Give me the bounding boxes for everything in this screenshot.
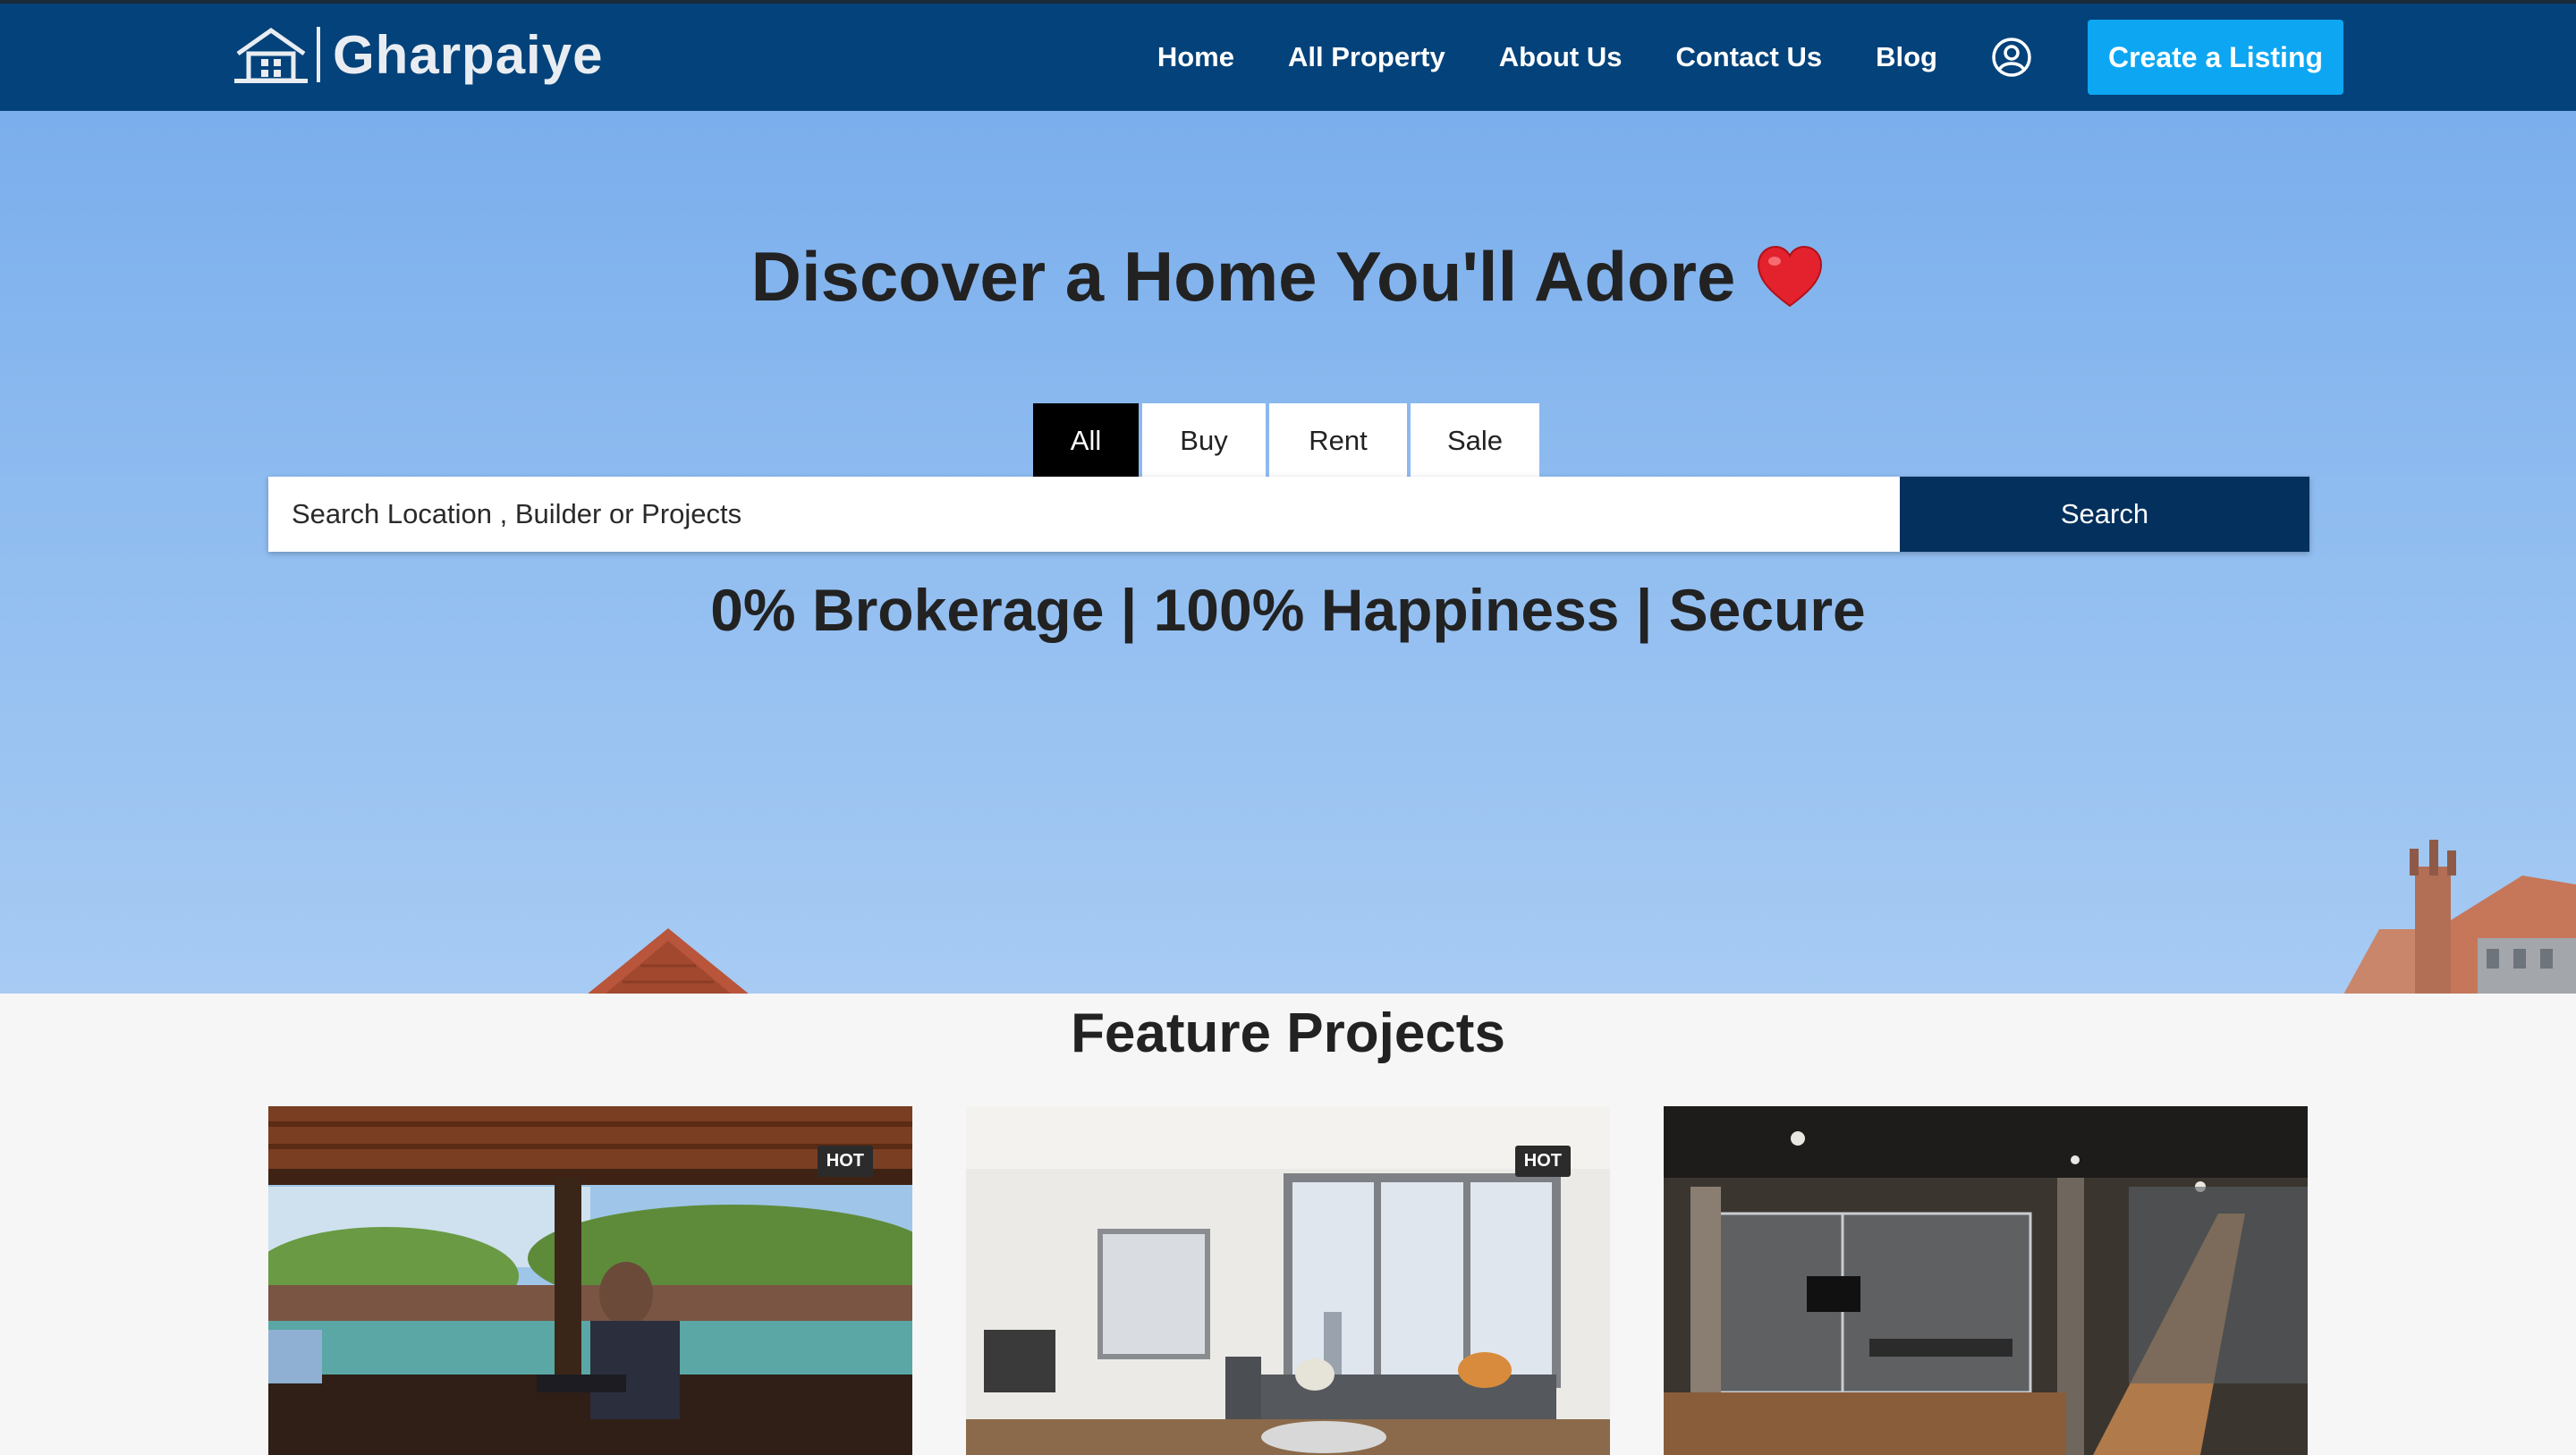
- brand-name: Gharpaiye: [333, 24, 604, 85]
- hero-title-wrap: Discover a Home You'll Adore: [0, 236, 2576, 317]
- hero-tagline: 0% Brokerage | 100% Happiness | Secure: [710, 577, 1866, 643]
- nav-about-us[interactable]: About Us: [1499, 41, 1623, 73]
- nav-contact-us[interactable]: Contact Us: [1675, 41, 1822, 73]
- heart-icon: [1758, 245, 1823, 308]
- project-card[interactable]: [1664, 1106, 2308, 1455]
- project-photo-office: [1664, 1106, 2308, 1455]
- brand-logo[interactable]: Gharpaiye: [234, 23, 603, 86]
- project-photo-living-room: [966, 1106, 1610, 1455]
- tab-buy[interactable]: Buy: [1142, 403, 1266, 478]
- brand-divider: [317, 27, 320, 82]
- nav-blog[interactable]: Blog: [1876, 41, 1937, 73]
- feature-projects-title: Feature Projects: [1071, 1002, 1505, 1064]
- project-card[interactable]: HOT: [966, 1106, 1610, 1455]
- hot-badge: HOT: [1514, 1146, 1571, 1177]
- hero-section: Discover a Home You'll Adore All Buy Ren…: [0, 111, 2576, 994]
- listing-type-tabs: All Buy Rent Sale: [1033, 403, 1543, 478]
- rooftop-decoration: [588, 928, 749, 994]
- hot-badge: HOT: [817, 1146, 873, 1177]
- project-card[interactable]: HOT: [268, 1106, 912, 1455]
- house-logo-icon: [234, 27, 308, 83]
- nav-all-property[interactable]: All Property: [1288, 41, 1445, 73]
- tab-sale[interactable]: Sale: [1411, 403, 1539, 478]
- project-photo-pool: [268, 1106, 912, 1455]
- search-bar: Search: [268, 477, 2309, 552]
- nav-home[interactable]: Home: [1157, 41, 1234, 73]
- create-listing-button[interactable]: Create a Listing: [2088, 20, 2343, 95]
- tab-rent[interactable]: Rent: [1269, 403, 1407, 478]
- user-account-icon[interactable]: [1991, 37, 2032, 78]
- top-navbar: Gharpaiye Home All Property About Us Con…: [0, 0, 2576, 111]
- search-input[interactable]: [268, 477, 1900, 552]
- tab-all[interactable]: All: [1033, 403, 1139, 478]
- hero-title: Discover a Home You'll Adore: [750, 237, 1736, 316]
- nav-links: Home All Property About Us Contact Us Bl…: [1157, 4, 2576, 111]
- building-decoration: [2343, 840, 2576, 994]
- search-button[interactable]: Search: [1900, 477, 2309, 552]
